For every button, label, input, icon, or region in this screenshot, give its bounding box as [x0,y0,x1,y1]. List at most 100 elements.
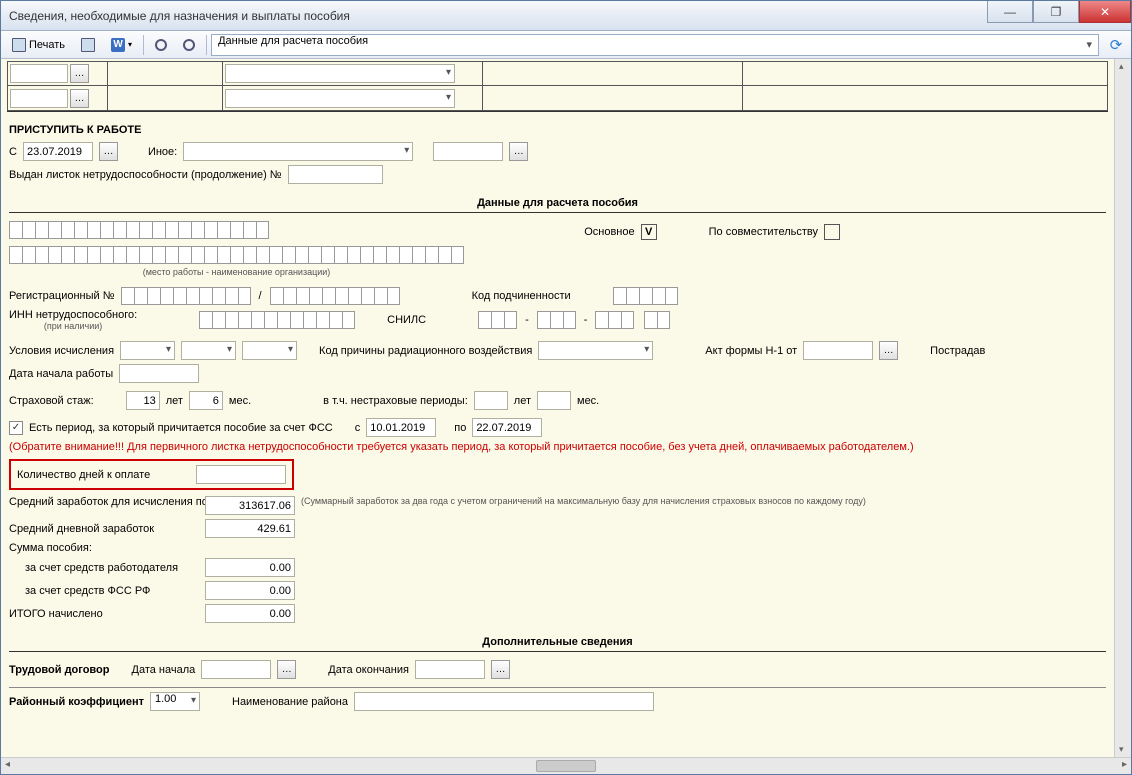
months-input[interactable] [189,391,223,410]
warning-text: (Обратите внимание!!! Для первичного лис… [9,441,914,453]
lookup-button[interactable]: … [509,142,528,161]
radiation-combo[interactable] [538,341,653,360]
condition-combo-1[interactable] [120,341,175,360]
lookup-button[interactable]: … [491,660,510,679]
zoom-in-icon [155,39,167,51]
export-button[interactable] [74,34,102,56]
zoom-out-button[interactable] [176,34,202,56]
insurance-label: Страховой стаж: [9,395,94,407]
additional-header: Дополнительные сведения [9,633,1106,652]
avg-earnings-note: (Суммарный заработок за два года с учето… [301,496,866,506]
calc-data-section: Данные для расчета пособия Основное V По… [7,190,1108,629]
daily-input[interactable] [205,519,295,538]
contract-start-label: Дата начала [132,664,196,676]
top-grid: … … [7,61,1108,112]
minimize-button[interactable]: — [987,1,1033,23]
close-button[interactable]: ✕ [1079,1,1131,23]
scrollbar-thumb[interactable] [536,760,596,772]
fss-period-checkbox[interactable] [9,421,23,435]
act-date-input[interactable] [803,341,873,360]
period-from-input[interactable] [366,418,436,437]
employer-label: за счет средств работодателя [9,562,199,574]
snils-boxes-2[interactable] [537,311,576,329]
grid-combo-2[interactable] [225,89,455,108]
condition-combo-2[interactable] [181,341,236,360]
regno-label: Регистрационный № [9,290,115,302]
regno-boxes-2[interactable] [270,287,400,305]
conditions-label: Условия исчисления [9,345,114,357]
grid-date-2[interactable] [10,89,68,108]
refresh-button[interactable]: ⟳ [1105,34,1127,56]
horizontal-scrollbar[interactable] [1,757,1131,774]
snils-boxes-3[interactable] [595,311,634,329]
contract-end-label: Дата окончания [328,664,409,676]
lookup-button[interactable]: … [277,660,296,679]
period-to-input[interactable] [472,418,542,437]
contract-label: Трудовой договор [9,664,110,676]
months-label-2: мес. [577,395,599,407]
other-label: Иное: [148,146,177,158]
regno-boxes[interactable] [121,287,251,305]
condition-combo-3[interactable] [242,341,297,360]
years-label: лет [166,395,183,407]
employer-sum-input[interactable] [205,558,295,577]
form-content: … … [1,59,1114,757]
lookup-button[interactable]: … [99,142,118,161]
days-to-pay-highlight: Количество дней к оплате [9,459,294,490]
days-to-pay-input[interactable] [196,465,286,484]
start-date-label: Дата начала работы [9,368,113,380]
start-date-input[interactable] [119,364,199,383]
days-to-pay-label: Количество дней к оплате [17,469,150,481]
subcode-boxes[interactable] [613,287,678,305]
vertical-scrollbar[interactable] [1114,59,1131,757]
main-label: Основное [584,226,634,238]
lookup-button[interactable]: … [70,64,89,83]
other-combo[interactable] [183,142,413,161]
inn-boxes[interactable] [199,311,355,329]
issued-label: Выдан листок нетрудоспособности (продолж… [9,169,282,181]
zoom-in-button[interactable] [148,34,174,56]
fss-sum-input[interactable] [205,581,295,600]
act-label: Акт формы Н-1 от [705,345,797,357]
return-date-input[interactable] [23,142,93,161]
fss-label: за счет средств ФСС РФ [9,585,199,597]
zoom-out-icon [183,39,195,51]
toolbar: Печать W▾ Данные для расчета пособия ⟳ [1,31,1131,59]
snils-boxes-1[interactable] [478,311,517,329]
section-selector[interactable]: Данные для расчета пособия [211,34,1099,56]
avg-earnings-label: Средний заработок для исчисления пособия… [9,496,199,508]
avg-earnings-input[interactable] [205,496,295,515]
other-date-input[interactable] [433,142,503,161]
snils-boxes-4[interactable] [644,311,670,329]
parttime-checkbox[interactable] [824,224,840,240]
contract-start-input[interactable] [201,660,271,679]
contract-end-input[interactable] [415,660,485,679]
maximize-button[interactable]: ❐ [1033,1,1079,23]
return-to-work-section: ПРИСТУПИТЬ К РАБОТЕ С … Иное: … Выдан ли… [7,116,1108,190]
inn-label: ИНН нетрудоспособного: [9,309,137,321]
main-checkbox[interactable]: V [641,224,657,240]
word-export-button[interactable]: W▾ [104,34,139,56]
additional-section: Дополнительные сведения Трудовой договор… [7,629,1108,717]
print-button[interactable]: Печать [5,34,72,56]
years-label-2: лет [514,395,531,407]
lookup-button[interactable]: … [879,341,898,360]
grid-date-1[interactable] [10,64,68,83]
region-name-label: Наименование района [232,696,348,708]
workplace-note: (место работы - наименование организации… [9,267,464,277]
years-input[interactable] [126,391,160,410]
region-name-input[interactable] [354,692,654,711]
radiation-label: Код причины радиационного воздействия [319,345,532,357]
total-input[interactable] [205,604,295,623]
region-coef-combo[interactable]: 1.00 [150,692,200,711]
print-label: Печать [29,39,65,51]
noninsurance-years-input[interactable] [474,391,508,410]
lookup-button[interactable]: … [70,89,89,108]
continuation-number-input[interactable] [288,165,383,184]
sum-label: Сумма пособия: [9,542,92,554]
window-title: Сведения, необходимые для назначения и в… [9,9,987,23]
section-selector-value: Данные для расчета пособия [218,35,368,47]
noninsurance-months-input[interactable] [537,391,571,410]
period-from-label: с [355,422,361,434]
grid-combo-1[interactable] [225,64,455,83]
